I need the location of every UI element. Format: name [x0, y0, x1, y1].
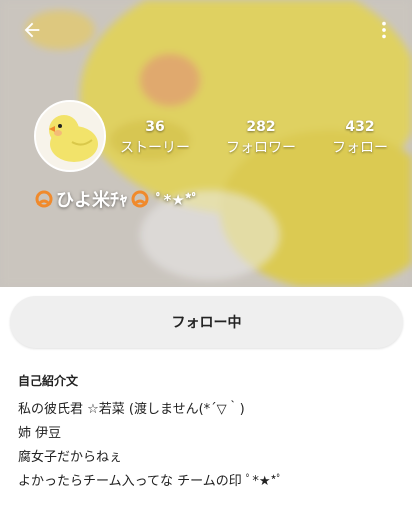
stat-value: 36: [145, 119, 165, 135]
stat-value: 282: [246, 119, 276, 135]
stat-label: フォロワー: [226, 140, 296, 156]
arrow-left-icon: [24, 22, 40, 38]
following-button[interactable]: フォロー中: [10, 296, 403, 348]
stat-stories[interactable]: 36 ストーリー: [120, 118, 190, 158]
profile-header: 36 ストーリー 282 フォロワー 432 フォロー ひよ米ﾁｬ ﾟ*★*ﾟ: [0, 0, 412, 287]
stat-following[interactable]: 432 フォロー: [332, 118, 388, 158]
more-vertical-icon: [382, 21, 386, 39]
profile-name-suffix: ﾟ*★*ﾟ: [156, 190, 200, 209]
bio-title: 自己紹介文: [18, 374, 79, 388]
stat-followers[interactable]: 282 フォロワー: [226, 118, 296, 158]
chick-avatar: [36, 102, 104, 170]
profile-name: ひよ米ﾁｬ ﾟ*★*ﾟ: [34, 186, 199, 212]
avatar[interactable]: [34, 100, 106, 172]
bio-text: 私の彼氏君 ☆若菜 (渡しません(*´▽｀) 姉 伊豆 腐女子だからねぇ よかっ…: [18, 398, 403, 494]
profile-stats: 36 ストーリー 282 フォロワー 432 フォロー: [120, 118, 388, 158]
stat-label: ストーリー: [120, 140, 190, 156]
more-options-button[interactable]: [368, 14, 400, 46]
bio-line: 腐女子だからねぇ: [18, 450, 123, 465]
orange-ornament-icon: [35, 190, 53, 208]
profile-name-text: ひよ米ﾁｬ: [56, 190, 128, 211]
orange-ornament-icon: [131, 190, 149, 208]
bio-line: 私の彼氏君 ☆若菜 (渡しません(*´▽｀): [18, 402, 245, 417]
back-button[interactable]: [16, 14, 48, 46]
stat-label: フォロー: [332, 140, 388, 156]
bio-line: よかったらチーム入ってな チームの印 ﾟ*★*ﾟ: [18, 474, 284, 489]
stat-value: 432: [345, 119, 375, 135]
bio-line: 姉 伊豆: [18, 426, 62, 441]
